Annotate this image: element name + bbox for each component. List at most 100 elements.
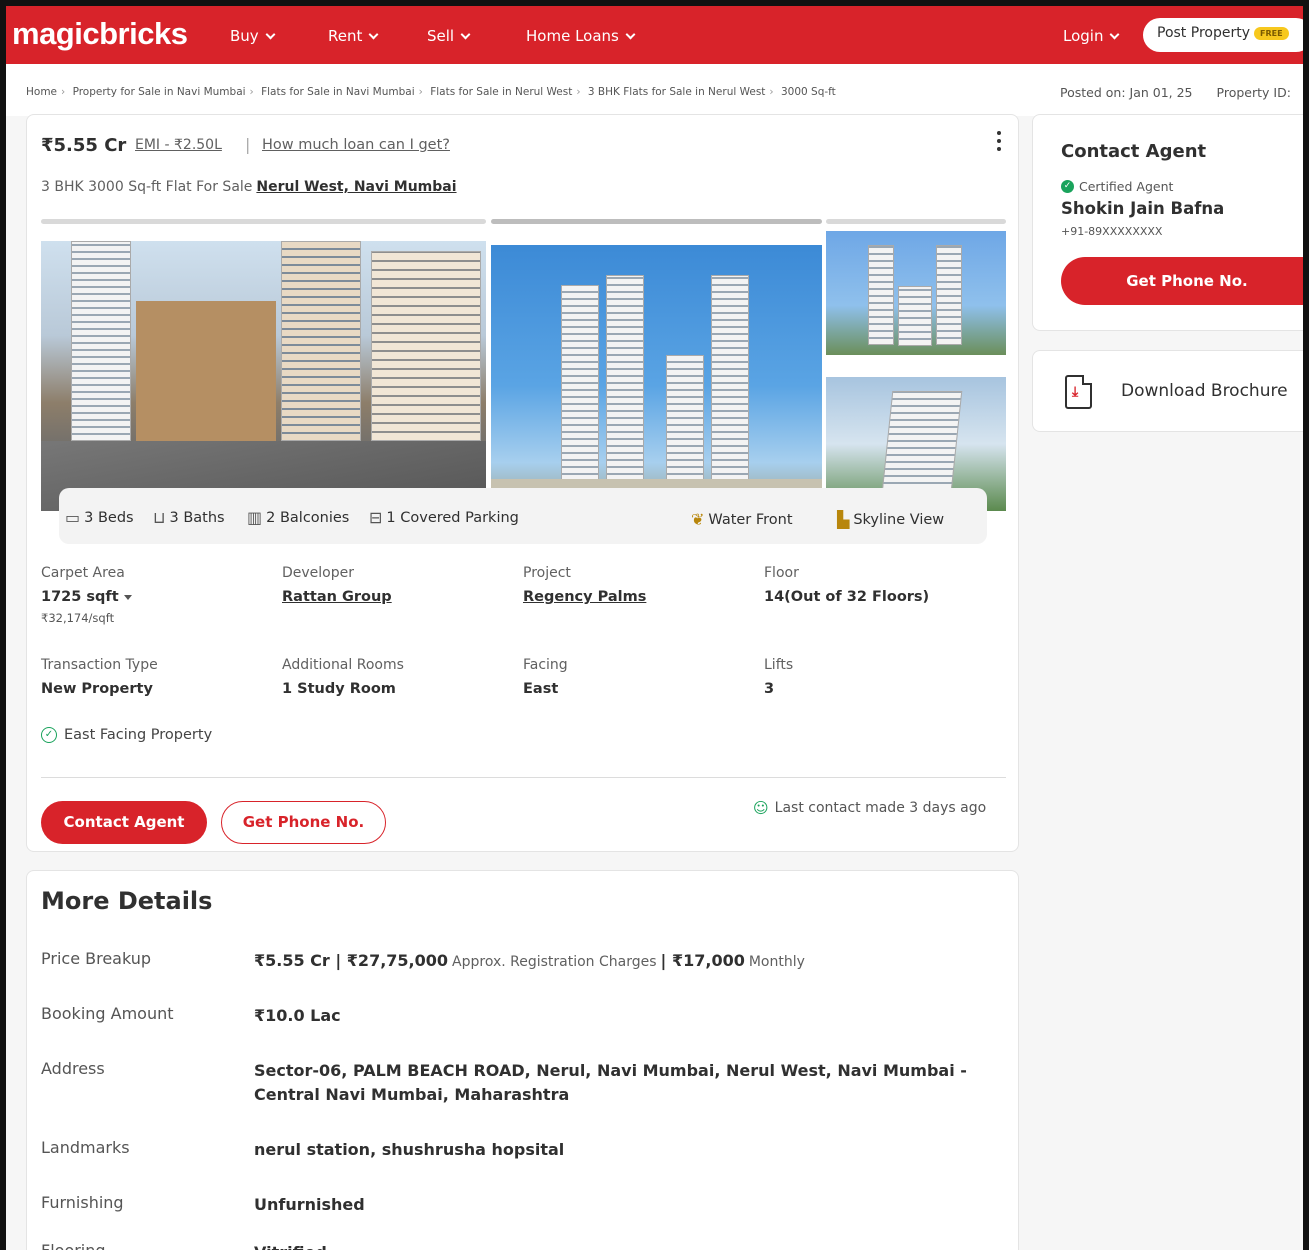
carpet-area-value[interactable]: 1725 sqft xyxy=(41,589,132,605)
post-property-button[interactable]: Post Property FREE xyxy=(1143,18,1303,52)
nav-home-loans-label: Home Loans xyxy=(526,27,619,45)
agent-phone-masked: +91-89XXXXXXXX xyxy=(1061,225,1163,238)
page-frame: magicbricks Buy Rent Sell Home Loans Log… xyxy=(0,0,1309,1250)
amenity-baths: ⊔ 3 Baths xyxy=(153,508,225,527)
nav-buy-label: Buy xyxy=(230,27,259,45)
breadcrumb-separator: › xyxy=(418,86,423,98)
nav-rent-label: Rent xyxy=(328,27,363,45)
download-brochure-card[interactable]: ⤓ Download Brochure xyxy=(1032,350,1303,432)
listing-card: ₹5.55 Cr EMI - ₹2.50L | How much loan ca… xyxy=(26,114,1019,852)
caret-down-icon xyxy=(123,594,132,600)
flooring-label: Flooring xyxy=(41,1241,106,1250)
property-photo-3[interactable] xyxy=(826,231,1006,355)
more-details-title: More Details xyxy=(41,887,213,915)
address-value: Sector-06, PALM BEACH ROAD, Nerul, Navi … xyxy=(254,1061,967,1104)
nav-sell[interactable]: Sell xyxy=(427,27,471,45)
price-separator: | xyxy=(245,135,251,154)
listing-subtitle: 3 BHK 3000 Sq-ft Flat For Sale Nerul West… xyxy=(41,179,457,195)
user-icon: ☺ xyxy=(753,799,769,817)
landmarks-value: nerul station, shushrusha hopsital xyxy=(254,1140,565,1159)
amenity-parking: ⊟ 1 Covered Parking xyxy=(369,508,519,527)
breadcrumb-separator: › xyxy=(769,86,774,98)
bath-icon: ⊔ xyxy=(153,508,166,527)
login-button[interactable]: Login xyxy=(1063,27,1120,45)
beds-label: 3 Beds xyxy=(84,509,134,526)
price-breakup-main: ₹5.55 Cr | ₹27,75,000 xyxy=(254,951,449,970)
magicbricks-logo[interactable]: magicbricks xyxy=(12,16,188,52)
check-circle-icon: ✓ xyxy=(41,727,57,743)
breadcrumb-separator: › xyxy=(61,86,66,98)
parking-label: 1 Covered Parking xyxy=(386,509,519,526)
more-options-icon[interactable] xyxy=(997,131,1003,155)
breadcrumb: Home › Property for Sale in Navi Mumbai › … xyxy=(26,86,836,98)
floor-label: Floor xyxy=(764,565,799,581)
nav-sell-label: Sell xyxy=(427,27,455,45)
property-photo-main[interactable] xyxy=(41,241,486,511)
monthly-label: Monthly xyxy=(748,954,805,970)
flooring-value: Vitrified xyxy=(254,1241,994,1250)
palm-tree-icon: ❦ xyxy=(691,510,705,529)
amenity-water-front: ❦ Water Front xyxy=(691,510,793,529)
post-property-label: Post Property xyxy=(1157,25,1250,41)
chevron-down-icon xyxy=(265,29,276,39)
agent-name: Shokin Jain Bafna xyxy=(1061,199,1225,218)
emi-link[interactable]: EMI - ₹2.50L xyxy=(135,137,222,153)
furnishing-value: Unfurnished xyxy=(254,1195,365,1214)
water-front-label: Water Front xyxy=(708,511,793,528)
lifts-value: 3 xyxy=(764,681,775,697)
amenities-bar: ▭ 3 Beds ⊔ 3 Baths ▥ 2 Balconies ⊟ 1 Covered… xyxy=(59,488,987,544)
east-facing-label: East Facing Property xyxy=(64,727,213,743)
certified-agent-badge: ✓ Certified Agent xyxy=(1061,179,1173,194)
gallery-progress-bar xyxy=(826,219,1006,224)
developer-link[interactable]: Rattan Group xyxy=(282,589,392,605)
divider xyxy=(41,777,1006,778)
breadcrumb-home[interactable]: Home xyxy=(26,86,57,98)
car-icon: ⊟ xyxy=(369,508,383,527)
breadcrumb-separator: › xyxy=(249,86,254,98)
get-phone-button[interactable]: Get Phone No. xyxy=(221,801,386,844)
landmarks-label: Landmarks xyxy=(41,1138,130,1157)
free-badge: FREE xyxy=(1253,26,1289,40)
top-header: magicbricks Buy Rent Sell Home Loans Log… xyxy=(6,6,1303,64)
chevron-down-icon xyxy=(368,29,379,39)
facing-label: Facing xyxy=(523,657,568,673)
property-photo-2[interactable] xyxy=(491,245,822,501)
agent-get-phone-button[interactable]: Get Phone No. xyxy=(1061,257,1303,305)
transaction-type-label: Transaction Type xyxy=(41,657,158,673)
chevron-down-icon xyxy=(460,29,471,39)
breadcrumb-flats-navi-mumbai[interactable]: Flats for Sale in Navi Mumbai xyxy=(261,86,415,98)
contact-agent-card: Contact Agent ✓ Certified Agent Shokin Ja… xyxy=(1032,114,1303,331)
monthly-amount: | ₹17,000 xyxy=(660,951,745,970)
property-id: Property ID: xyxy=(1216,85,1291,100)
price-per-sqft: ₹32,174/sqft xyxy=(41,611,115,625)
breadcrumb-current: 3000 Sq-ft xyxy=(780,86,836,98)
listing-type: 3 BHK 3000 Sq-ft Flat For Sale xyxy=(41,179,253,195)
location-link[interactable]: Nerul West, Navi Mumbai xyxy=(256,179,456,195)
breadcrumb-flats-nerul-west[interactable]: Flats for Sale in Nerul West xyxy=(430,86,572,98)
carpet-area-text: 1725 sqft xyxy=(41,589,119,605)
breadcrumb-3bhk-nerul-west[interactable]: 3 BHK Flats for Sale in Nerul West xyxy=(588,86,766,98)
contact-agent-title: Contact Agent xyxy=(1061,141,1207,162)
additional-rooms-value: 1 Study Room xyxy=(282,681,396,697)
contact-agent-button[interactable]: Contact Agent xyxy=(41,801,207,844)
chevron-down-icon xyxy=(625,29,636,39)
download-pdf-icon: ⤓ xyxy=(1065,375,1092,409)
booking-amount-label: Booking Amount xyxy=(41,1004,174,1023)
listing-price: ₹5.55 Cr xyxy=(41,135,127,156)
nav-home-loans[interactable]: Home Loans xyxy=(526,27,636,45)
last-contact-text: Last contact made 3 days ago xyxy=(774,800,987,816)
loan-eligibility-link[interactable]: How much loan can I get? xyxy=(262,137,450,153)
nav-buy[interactable]: Buy xyxy=(230,27,276,45)
facing-value: East xyxy=(523,681,559,697)
bed-icon: ▭ xyxy=(65,508,81,527)
nav-rent[interactable]: Rent xyxy=(328,27,379,45)
lifts-label: Lifts xyxy=(764,657,794,673)
verified-check-icon: ✓ xyxy=(1061,180,1074,193)
amenity-skyline: ▙ Skyline View xyxy=(837,510,944,529)
amenity-beds: ▭ 3 Beds xyxy=(65,508,134,527)
balconies-label: 2 Balconies xyxy=(266,509,350,526)
breadcrumb-property-navi-mumbai[interactable]: Property for Sale in Navi Mumbai xyxy=(73,86,246,98)
posted-on: Posted on: Jan 01, 25 xyxy=(1060,85,1193,100)
project-link[interactable]: Regency Palms xyxy=(523,589,646,605)
project-label: Project xyxy=(523,565,571,581)
